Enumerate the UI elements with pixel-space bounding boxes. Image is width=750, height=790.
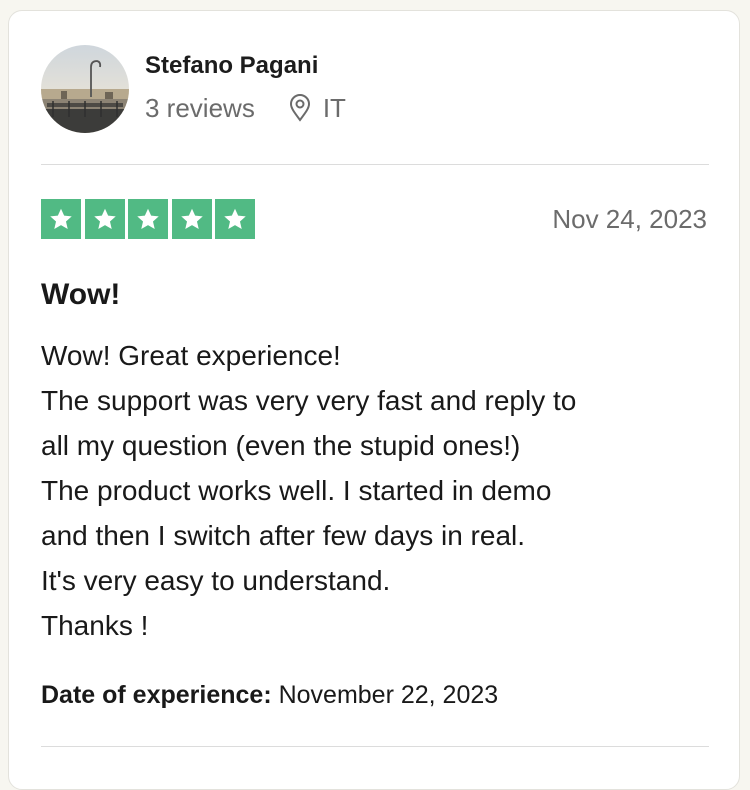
- review-body: Wow! Great experience! The support was v…: [41, 340, 577, 641]
- review-date: Nov 24, 2023: [552, 204, 707, 234]
- location-pin-icon: [289, 94, 311, 122]
- review-title[interactable]: Wow!: [41, 277, 120, 313]
- experience-date: November 22, 2023: [278, 681, 499, 709]
- experience-label: Date of experience:: [41, 681, 272, 709]
- star-icon: [171, 199, 212, 239]
- reviewer-header[interactable]: Stefano Pagani 3 reviews IT: [41, 45, 346, 133]
- avatar[interactable]: [41, 45, 129, 133]
- star-icon: [215, 199, 255, 239]
- reviews-count: 3 reviews: [145, 93, 255, 123]
- star-icon: [128, 199, 168, 239]
- star-icon: [41, 199, 81, 239]
- header-divider: [41, 164, 709, 165]
- reviewer-meta: Stefano Pagani 3 reviews IT: [145, 52, 346, 123]
- reviewer-country: IT: [322, 93, 346, 123]
- star-rating: [41, 199, 255, 239]
- review-card: Stefano Pagani 3 reviews IT Nov 24, 2023…: [8, 10, 740, 790]
- star-icon: [84, 199, 125, 239]
- reviewer-name[interactable]: Stefano Pagani: [145, 51, 346, 81]
- date-of-experience: Date of experience: November 22, 2023: [41, 679, 498, 711]
- footer-divider: [41, 746, 709, 747]
- reviewer-stats: 3 reviews IT: [145, 93, 346, 123]
